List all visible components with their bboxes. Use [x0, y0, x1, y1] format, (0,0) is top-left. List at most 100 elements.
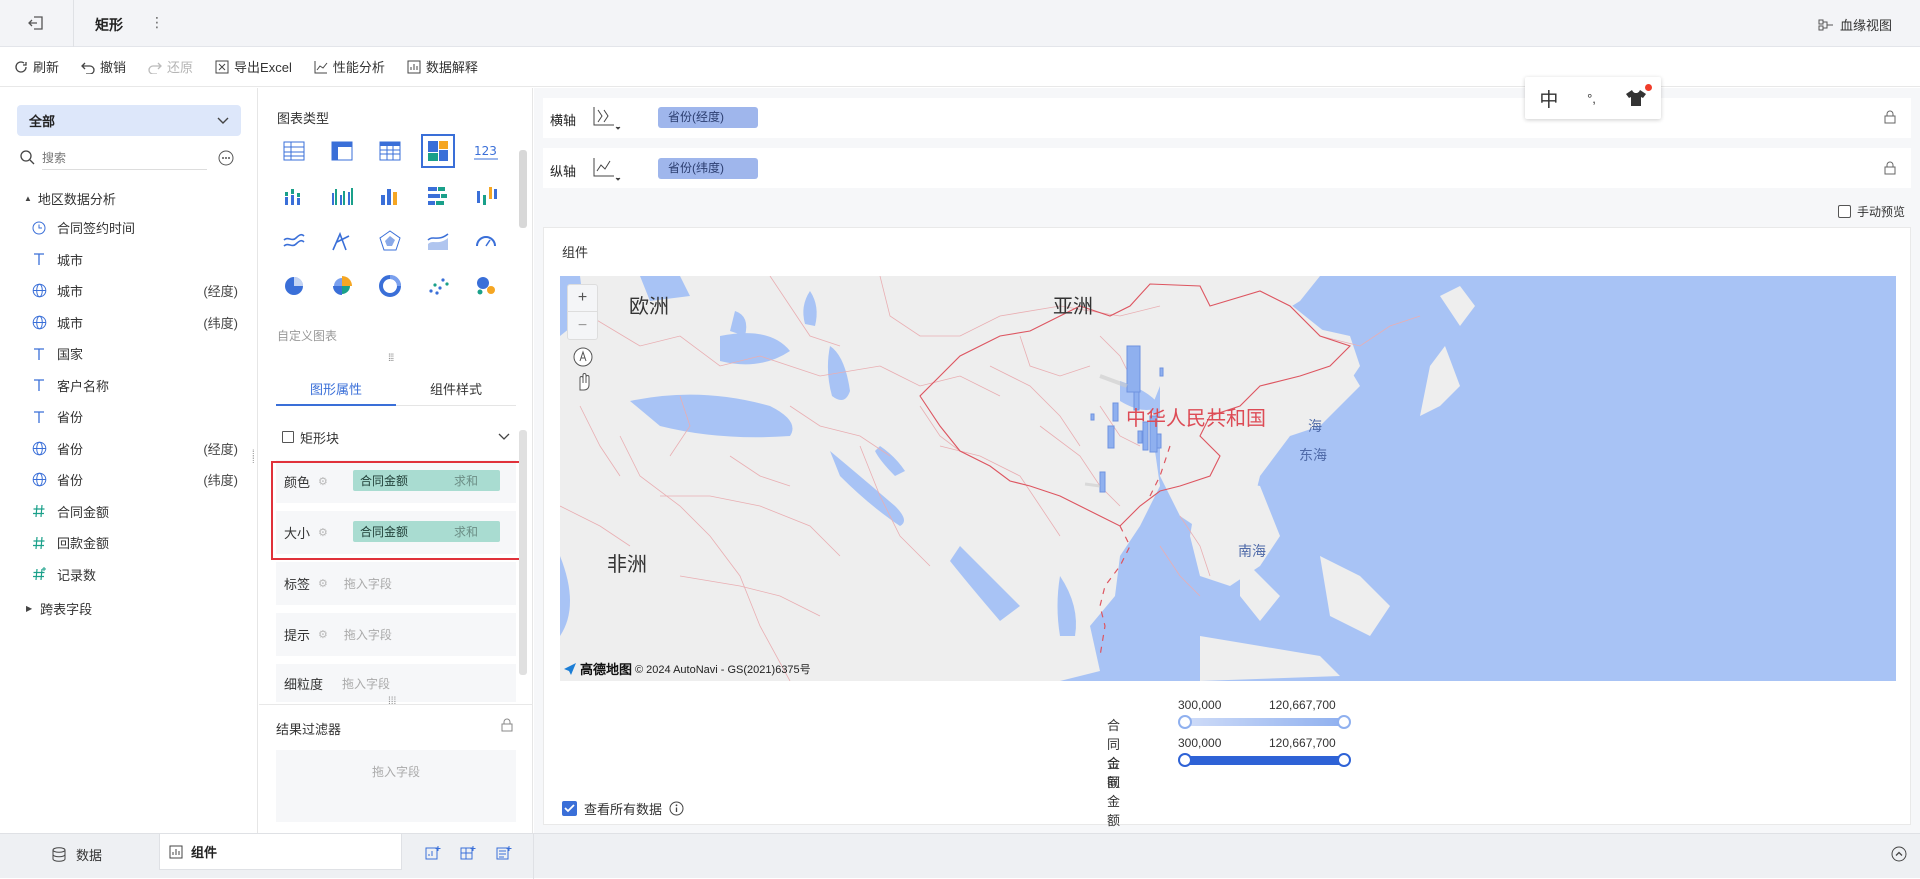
gauge-icon[interactable] [469, 224, 503, 258]
legend-min-handle[interactable] [1178, 753, 1192, 767]
manual-preview[interactable]: 手动预览 [1838, 203, 1905, 220]
see-all-data[interactable]: 查看所有数据 [562, 799, 684, 818]
lock-icon[interactable] [1883, 161, 1897, 175]
ime-language-icon[interactable]: 中 [1539, 85, 1558, 112]
map-pan-hand-icon[interactable] [572, 370, 594, 392]
field-item[interactable]: 合同金额 [0, 496, 258, 527]
detail-table-icon[interactable] [373, 134, 407, 168]
scatter-chart-icon[interactable] [421, 269, 455, 303]
lineage-button[interactable]: 血缘视图 [1818, 15, 1892, 34]
group-header[interactable]: ▲ 地区数据分析 [24, 189, 116, 208]
field-item[interactable]: 省份 (纬度) [0, 464, 258, 495]
zoom-out-button[interactable]: − [568, 312, 597, 339]
more-options-icon[interactable] [218, 150, 234, 166]
drag-handle[interactable]: ⁞⁞⁞ [388, 696, 396, 707]
field-item[interactable]: 省份 (经度) [0, 433, 258, 464]
skin-shirt-icon[interactable] [1625, 84, 1652, 107]
map-view[interactable]: 欧洲 亚洲 非洲 中华人民共和国 海 东海 南海 + − 高德地图 © 2024… [560, 276, 1896, 681]
field-item[interactable]: 省份 [0, 401, 258, 432]
undo-button[interactable]: 撤销 [81, 57, 126, 76]
rect-block-label: 矩形块 [300, 430, 340, 446]
ime-toolbar[interactable]: 中 °, [1525, 77, 1661, 119]
chevron-down-icon [217, 117, 229, 125]
cross-table-icon[interactable] [325, 134, 359, 168]
more-vertical-icon[interactable]: ⋮ [150, 14, 164, 31]
legend-max-handle[interactable] [1337, 715, 1351, 729]
ime-punct-icon[interactable]: °, [1587, 91, 1596, 106]
rose-chart-icon[interactable] [325, 269, 359, 303]
map-rotate-icon[interactable] [572, 346, 594, 368]
add-component-icon[interactable] [425, 845, 441, 861]
bar-chart-icon[interactable] [373, 179, 407, 213]
filter-drop-zone[interactable]: 拖入字段 [276, 750, 516, 822]
grouped-bar-icon[interactable] [325, 179, 359, 213]
stacked-bar-icon[interactable] [277, 179, 311, 213]
horizontal-bar-icon[interactable] [421, 179, 455, 213]
field-item[interactable]: 回款金额 [0, 527, 258, 558]
area-chart-icon[interactable] [421, 224, 455, 258]
settings-icon[interactable]: ⚙ [318, 628, 328, 641]
text-icon [31, 251, 47, 267]
lock-icon[interactable] [500, 718, 514, 732]
line-chart-icon[interactable] [277, 224, 311, 258]
collapse-up-icon[interactable] [1891, 846, 1907, 862]
field-item[interactable]: 记录数 [0, 559, 258, 590]
manual-preview-checkbox[interactable] [1838, 205, 1851, 218]
data-explain-button[interactable]: 数据解释 [407, 57, 478, 76]
range-bar-icon[interactable] [469, 179, 503, 213]
field-item[interactable]: 客户名称 [0, 370, 258, 401]
field-name: 城市 [57, 252, 84, 268]
tab-graph-properties[interactable]: 图形属性 [276, 372, 396, 406]
y-axis-field-chip[interactable]: 省份(纬度) [658, 158, 758, 179]
tab-component-style[interactable]: 组件样式 [396, 372, 516, 406]
scrollbar[interactable] [519, 150, 527, 228]
map-label-africa: 非洲 [607, 554, 647, 576]
export-excel-button[interactable]: 导出Excel [215, 57, 292, 76]
kpi-number-icon[interactable]: 123 [469, 134, 503, 168]
scrollbar[interactable] [519, 430, 527, 675]
y-axis-type-icon[interactable] [592, 156, 622, 182]
cross-table-header[interactable]: ▶ 跨表字段 [26, 599, 92, 618]
scope-select[interactable]: 全部 [17, 105, 241, 136]
radar-chart-icon[interactable] [373, 224, 407, 258]
pie-chart-icon[interactable] [277, 269, 311, 303]
x-axis-type-icon[interactable] [592, 105, 622, 131]
legend-min-handle[interactable] [1178, 715, 1192, 729]
label-row[interactable]: 标签 ⚙ 拖入字段 [276, 562, 516, 605]
rect-block-checkbox[interactable] [282, 431, 294, 443]
field-item[interactable]: 城市 (纬度) [0, 307, 258, 338]
radar-line-icon[interactable] [325, 224, 359, 258]
performance-button[interactable]: 性能分析 [314, 57, 385, 76]
drag-handle[interactable]: ⁞⁞⁞ [388, 353, 394, 364]
treemap-icon[interactable] [421, 134, 455, 168]
x-axis-field-chip[interactable]: 省份(经度) [658, 107, 758, 128]
lock-icon[interactable] [1883, 110, 1897, 124]
tab-graph-label: 图形属性 [309, 381, 362, 397]
legend-range-bar[interactable] [1184, 756, 1344, 765]
search-input[interactable] [42, 146, 207, 170]
zoom-in-button[interactable]: + [568, 285, 597, 312]
data-tab[interactable]: 数据 [52, 845, 102, 864]
tip-row[interactable]: 提示 ⚙ 拖入字段 [276, 613, 516, 656]
field-item[interactable]: 城市 [0, 244, 258, 275]
field-item[interactable]: 城市 (经度) [0, 275, 258, 306]
legend-max-handle[interactable] [1337, 753, 1351, 767]
field-item[interactable]: 国家 [0, 338, 258, 369]
refresh-button[interactable]: 刷新 [14, 57, 59, 76]
legend-range-bar[interactable] [1184, 718, 1344, 726]
field-item[interactable]: 合同签约时间 [0, 212, 258, 243]
explain-icon [407, 60, 421, 74]
rect-block-row[interactable]: 矩形块 [276, 424, 516, 450]
table-icon[interactable] [277, 134, 311, 168]
add-report-icon[interactable] [496, 845, 512, 861]
settings-icon[interactable]: ⚙ [318, 577, 328, 590]
left-resize-handle[interactable]: ⁞ ⁞ [252, 449, 255, 465]
exit-icon[interactable] [27, 14, 45, 32]
bubble-chart-icon[interactable] [469, 269, 503, 303]
redo-button[interactable]: 还原 [148, 57, 193, 76]
donut-chart-icon[interactable] [373, 269, 407, 303]
component-tab[interactable]: 组件 [159, 834, 402, 870]
see-all-checkbox[interactable] [562, 801, 577, 816]
info-icon[interactable] [669, 801, 684, 816]
add-dashboard-icon[interactable] [460, 845, 476, 861]
